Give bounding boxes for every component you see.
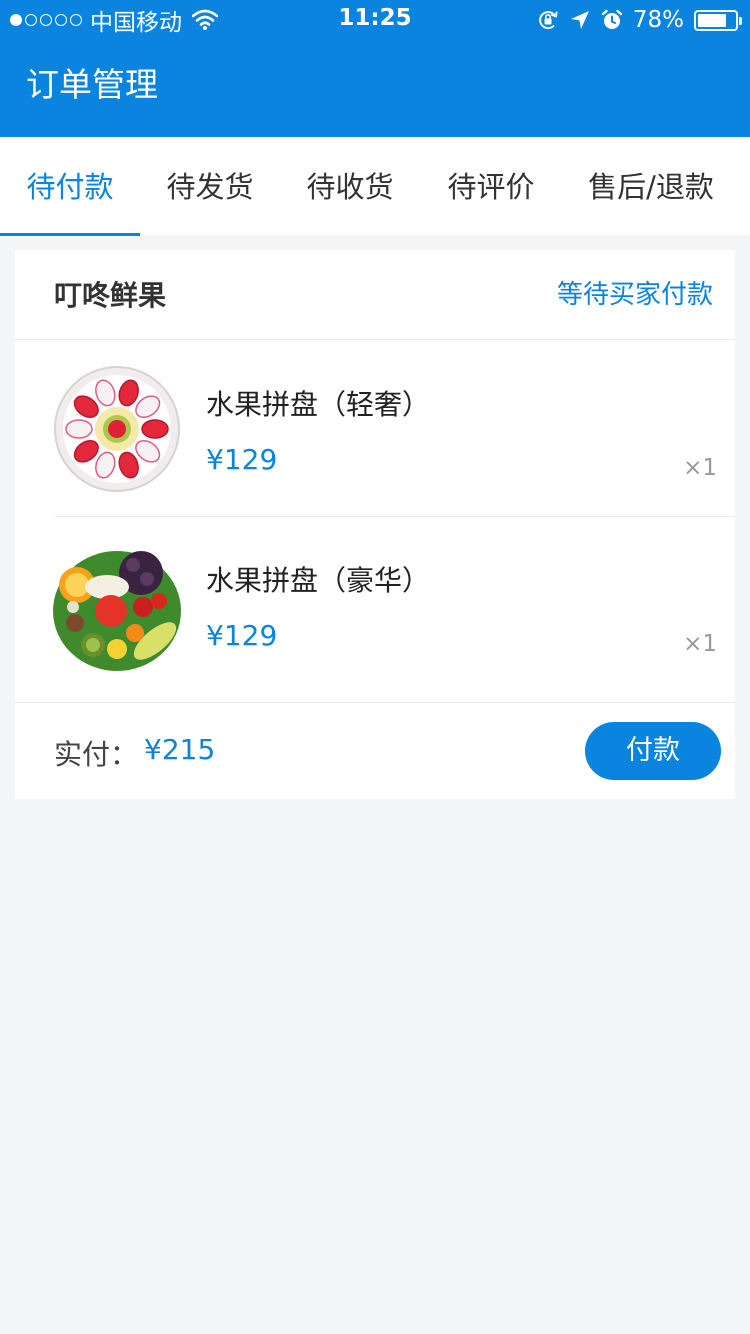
battery-percent: 78% <box>632 7 684 33</box>
item-quantity: ×1 <box>683 455 717 481</box>
order-status-tabs: 待付款 待发货 待收货 待评价 售后/退款 <box>0 137 750 236</box>
order-card[interactable]: 叮咚鲜果 等待买家付款 水果拼盘（轻奢） ¥129 ×1 水果拼盘（豪华） ¥1… <box>15 250 735 799</box>
total-label: 实付： <box>54 738 139 771</box>
tab-pending-receipt[interactable]: 待收货 <box>280 137 420 235</box>
status-bar: 中国移动 11:25 78% <box>0 0 750 40</box>
order-total-row: 实付： ¥215 付款 <box>15 702 735 799</box>
shop-name[interactable]: 叮咚鲜果 <box>54 274 166 314</box>
tab-pending-payment[interactable]: 待付款 <box>0 137 140 235</box>
order-status: 等待买家付款 <box>556 280 713 310</box>
dragonfruit-slice <box>65 419 93 439</box>
tab-pending-review[interactable]: 待评价 <box>420 137 562 235</box>
order-management-page: 中国移动 11:25 78% 订单管理 待付款 待发货 待收货 待评价 售后/退… <box>0 0 750 1334</box>
total-amount: ¥215 <box>144 733 216 766</box>
tab-after-sales-refund[interactable]: 售后/退款 <box>570 137 732 235</box>
app-header: 中国移动 11:25 78% 订单管理 <box>0 0 750 137</box>
location-arrow-icon <box>570 11 589 29</box>
item-quantity: ×1 <box>683 631 717 657</box>
page-title: 订单管理 <box>26 65 158 104</box>
status-right: 78% <box>537 4 742 36</box>
tab-pending-shipment[interactable]: 待发货 <box>140 137 280 235</box>
fruit-platter-deluxe-image <box>53 551 181 671</box>
item-price: ¥129 <box>206 443 278 476</box>
shop-header[interactable]: 叮咚鲜果 等待买家付款 <box>15 250 735 340</box>
item-name: 水果拼盘（豪华） <box>206 564 431 597</box>
strawberry-slice <box>141 419 169 439</box>
battery-icon <box>694 9 742 31</box>
fruit-platter-strawberry-image <box>54 366 180 492</box>
order-item[interactable]: 水果拼盘（轻奢） ¥129 ×1 <box>15 341 735 517</box>
order-item[interactable]: 水果拼盘（豪华） ¥129 ×1 <box>15 517 735 693</box>
pay-button[interactable]: 付款 <box>585 722 721 780</box>
item-price: ¥129 <box>206 619 278 652</box>
item-name: 水果拼盘（轻奢） <box>206 388 431 421</box>
alarm-icon <box>601 9 623 29</box>
orientation-lock-icon <box>539 11 558 30</box>
active-tab-indicator <box>0 233 140 236</box>
